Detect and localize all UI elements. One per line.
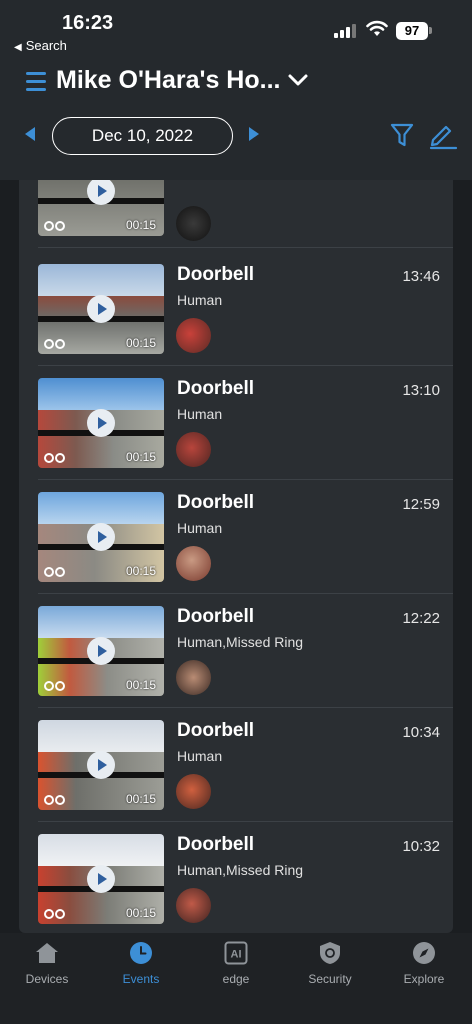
status-time: 16:23 [62, 12, 114, 34]
hamburger-menu-icon[interactable] [26, 70, 46, 92]
previous-day-icon[interactable] [24, 126, 36, 142]
event-row[interactable]: 00:15 [19, 180, 453, 248]
event-row[interactable]: 00:15 Doorbell 10:34 Human [19, 708, 453, 822]
event-tags: Human [177, 520, 223, 536]
event-time: 10:34 [402, 724, 440, 741]
event-title: Doorbell [177, 720, 255, 741]
event-thumbnail[interactable]: 00:15 [38, 264, 164, 354]
battery-indicator: 97 [396, 22, 428, 40]
ai-detect-icon [44, 453, 66, 463]
event-title: Doorbell [177, 834, 255, 855]
top-header: 16:23 ◀ Search 97 Mike O'Hara's Ho... Dec… [0, 0, 472, 180]
cellular-signal-icon [334, 22, 358, 38]
event-row[interactable]: 00:15 Doorbell 13:46 Human [19, 252, 453, 366]
house-icon [36, 943, 58, 963]
tab-label: Explore [403, 972, 445, 986]
event-row[interactable]: 00:15 Doorbell 10:32 Human,Missed Ring [19, 822, 453, 933]
play-icon[interactable] [87, 295, 115, 323]
ai-detect-icon [44, 567, 66, 577]
play-icon[interactable] [87, 637, 115, 665]
detected-face-avatar[interactable] [176, 888, 211, 923]
event-tags: Human,Missed Ring [177, 634, 304, 650]
event-thumbnail[interactable]: 00:15 [38, 606, 164, 696]
video-duration: 00:15 [125, 906, 156, 920]
clock-icon [130, 942, 152, 964]
event-time: 12:59 [402, 496, 440, 513]
ai-chip-icon: AI [224, 941, 248, 965]
detected-face-avatar[interactable] [176, 660, 211, 695]
event-tags: Human,Missed Ring [177, 862, 304, 878]
ai-detect-icon [44, 795, 66, 805]
tab-explore[interactable]: Explore [384, 941, 464, 1001]
ai-detect-icon [44, 681, 66, 691]
event-row[interactable]: 00:15 Doorbell 12:22 Human,Missed Ring [19, 594, 453, 708]
event-list[interactable]: 00:15 00:15 Doorbell 13:46 Human 00:15 D… [19, 180, 453, 933]
tab-label: Security [308, 972, 352, 986]
event-thumbnail[interactable]: 00:15 [38, 378, 164, 468]
video-duration: 00:15 [125, 564, 156, 578]
event-row[interactable]: 00:15 Doorbell 13:10 Human [19, 366, 453, 480]
tab-devices[interactable]: Devices [7, 941, 87, 1001]
detected-face-avatar[interactable] [176, 318, 211, 353]
shield-icon [320, 942, 340, 964]
bottom-tab-bar: Devices Events AI edge Security Explore [0, 933, 472, 1024]
ai-detect-icon [44, 339, 66, 349]
event-time: 13:46 [402, 268, 440, 285]
ai-detect-icon [44, 909, 66, 919]
back-label: Search [25, 38, 67, 53]
back-triangle-icon: ◀ [14, 42, 22, 53]
ai-detect-icon [44, 221, 66, 231]
video-duration: 00:15 [125, 792, 156, 806]
event-title: Doorbell [177, 492, 255, 513]
tab-events[interactable]: Events [101, 941, 181, 1001]
battery-tip [429, 27, 432, 34]
event-thumbnail[interactable]: 00:15 [38, 492, 164, 582]
play-icon[interactable] [87, 409, 115, 437]
detected-face-avatar[interactable] [176, 774, 211, 809]
filter-icon[interactable] [390, 122, 414, 148]
home-title[interactable]: Mike O'Hara's Ho... [56, 66, 280, 95]
detected-face-avatar[interactable] [176, 432, 211, 467]
event-time: 10:32 [402, 838, 440, 855]
tab-label: Devices [25, 972, 69, 986]
video-duration: 00:15 [125, 450, 156, 464]
edit-icon[interactable] [428, 120, 458, 150]
play-icon[interactable] [87, 751, 115, 779]
compass-icon [413, 942, 435, 964]
event-thumbnail[interactable]: 00:15 [38, 180, 164, 236]
tab-security[interactable]: Security [290, 941, 370, 1001]
next-day-icon[interactable] [248, 126, 260, 142]
event-thumbnail[interactable]: 00:15 [38, 834, 164, 924]
event-tags: Human [177, 406, 223, 422]
video-duration: 00:15 [125, 678, 156, 692]
tab-label: Events [122, 972, 160, 986]
detected-face-avatar[interactable] [176, 546, 211, 581]
event-title: Doorbell [177, 378, 255, 399]
event-tags: Human [177, 748, 223, 764]
detected-face-avatar[interactable] [176, 206, 211, 241]
svg-text:AI: AI [231, 949, 242, 961]
play-icon[interactable] [87, 865, 115, 893]
tab-edge[interactable]: AI edge [196, 941, 276, 1001]
event-time: 13:10 [402, 382, 440, 399]
tab-label: edge [222, 972, 250, 986]
video-duration: 00:15 [125, 218, 156, 232]
event-title: Doorbell [177, 264, 255, 285]
event-time: 12:22 [402, 610, 440, 627]
event-thumbnail[interactable]: 00:15 [38, 720, 164, 810]
event-row[interactable]: 00:15 Doorbell 12:59 Human [19, 480, 453, 594]
event-tags: Human [177, 292, 223, 308]
date-selector[interactable]: Dec 10, 2022 [52, 117, 233, 155]
video-duration: 00:15 [125, 336, 156, 350]
wifi-icon [366, 20, 388, 36]
chevron-down-icon[interactable] [287, 70, 309, 90]
back-to-search[interactable]: ◀ Search [14, 38, 67, 53]
event-title: Doorbell [177, 606, 255, 627]
play-icon[interactable] [87, 523, 115, 551]
